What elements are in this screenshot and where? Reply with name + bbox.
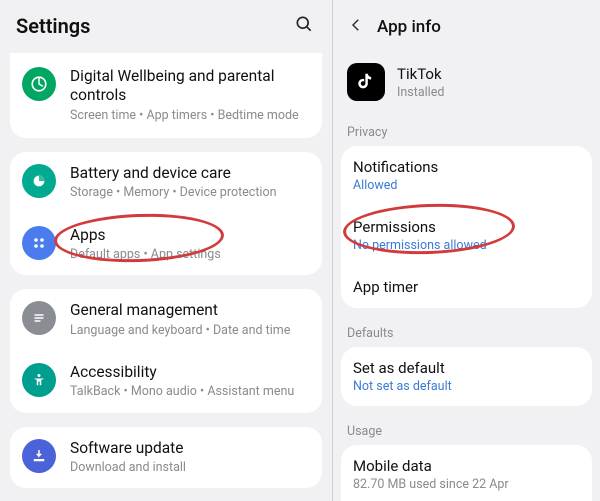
settings-title: Settings xyxy=(16,14,90,38)
search-icon xyxy=(294,14,314,34)
app-info-header: App info xyxy=(333,0,600,53)
row-set-default[interactable]: Set as default Not set as default xyxy=(341,347,592,406)
card-update: Software update Download and install xyxy=(10,427,322,489)
row-mobile-data[interactable]: Mobile data 82.70 MB used since 22 Apr xyxy=(341,445,592,501)
row-title: Accessibility xyxy=(70,363,310,382)
settings-pane: Settings Digital Wellbeing and parental … xyxy=(0,0,333,501)
app-install-state: Installed xyxy=(397,85,586,100)
row-sub: Language and keyboard • Date and time xyxy=(70,323,310,339)
chevron-left-icon xyxy=(347,16,365,34)
row-title: Set as default xyxy=(353,359,580,377)
battery-care-icon xyxy=(22,164,56,198)
row-sub: Default apps • App settings xyxy=(70,247,310,263)
row-sub: Storage • Memory • Device protection xyxy=(70,185,310,201)
row-digital-wellbeing[interactable]: Digital Wellbeing and parental controls … xyxy=(10,53,322,138)
section-label-usage: Usage xyxy=(333,418,600,445)
app-header-block: TikTok Installed xyxy=(333,53,600,119)
row-notifications[interactable]: Notifications Allowed xyxy=(341,146,592,205)
wellbeing-icon xyxy=(22,67,56,101)
row-title: Digital Wellbeing and parental controls xyxy=(70,67,310,106)
section-label-defaults: Defaults xyxy=(333,320,600,347)
apps-icon xyxy=(22,226,56,260)
app-name: TikTok xyxy=(397,65,586,83)
row-sub: Screen time • App timers • Bedtime mode xyxy=(70,108,310,124)
search-button[interactable] xyxy=(290,10,318,41)
row-title: Permissions xyxy=(353,218,580,236)
accessibility-icon xyxy=(22,363,56,397)
back-button[interactable] xyxy=(341,10,371,43)
app-info-title: App info xyxy=(377,17,441,37)
row-sub: 82.70 MB used since 22 Apr xyxy=(353,477,580,492)
row-sub: Download and install xyxy=(70,460,310,476)
section-label-privacy: Privacy xyxy=(333,119,600,146)
card-defaults: Set as default Not set as default xyxy=(341,347,592,406)
row-accessibility[interactable]: Accessibility TalkBack • Mono audio • As… xyxy=(10,351,322,413)
tiktok-app-icon xyxy=(347,63,385,101)
row-software-update[interactable]: Software update Download and install xyxy=(10,427,322,489)
row-title: Software update xyxy=(70,439,310,458)
card-device: Battery and device care Storage • Memory… xyxy=(10,152,322,275)
row-title: App timer xyxy=(353,278,580,296)
row-title: Notifications xyxy=(353,158,580,176)
row-sub: Not set as default xyxy=(353,379,580,394)
row-title: Battery and device care xyxy=(70,164,310,183)
card-privacy: Notifications Allowed Permissions No per… xyxy=(341,146,592,308)
card-usage: Mobile data 82.70 MB used since 22 Apr B… xyxy=(341,445,592,501)
row-battery-care[interactable]: Battery and device care Storage • Memory… xyxy=(10,152,322,214)
row-title: Mobile data xyxy=(353,457,580,475)
row-permissions[interactable]: Permissions No permissions allowed xyxy=(341,205,592,265)
row-apps[interactable]: Apps Default apps • App settings xyxy=(10,214,322,276)
row-app-timer[interactable]: App timer xyxy=(341,265,592,308)
row-title: General management xyxy=(70,301,310,320)
row-sub: Allowed xyxy=(353,178,580,193)
row-general-management[interactable]: General management Language and keyboard… xyxy=(10,289,322,351)
general-icon xyxy=(22,301,56,335)
app-info-pane: App info TikTok Installed Privacy Notifi… xyxy=(333,0,600,501)
update-icon xyxy=(22,439,56,473)
row-sub: No permissions allowed xyxy=(353,238,580,253)
row-title: Apps xyxy=(70,226,310,245)
card-wellbeing: Digital Wellbeing and parental controls … xyxy=(10,53,322,138)
settings-header: Settings xyxy=(0,0,332,53)
row-sub: TalkBack • Mono audio • Assistant menu xyxy=(70,384,310,400)
card-general: General management Language and keyboard… xyxy=(10,289,322,412)
